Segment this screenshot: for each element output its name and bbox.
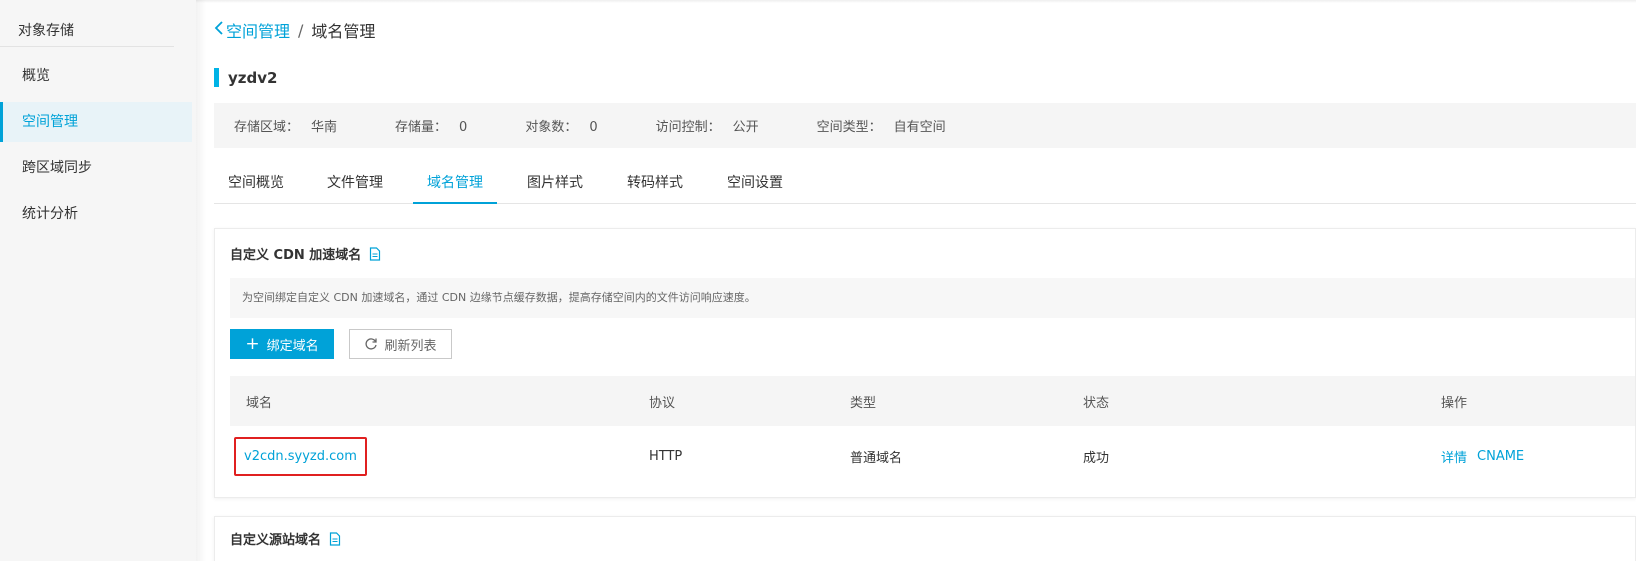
- bind-domain-button[interactable]: + 绑定域名: [230, 329, 334, 359]
- sidebar-item-bucket-management[interactable]: 空间管理: [0, 102, 192, 142]
- breadcrumb-back-label: 空间管理: [226, 22, 291, 41]
- type-cell: 普通域名: [850, 450, 903, 466]
- tab-bucket-overview[interactable]: 空间概览: [214, 163, 298, 204]
- status-cell: 成功: [1083, 450, 1110, 466]
- info-label: 对象数：: [525, 120, 578, 135]
- bucket-title: yzdv2: [214, 68, 277, 87]
- tab-transcode-styles[interactable]: 转码样式: [613, 163, 697, 204]
- domain-table: 域名 协议 类型 状态 操作 v2cdn.syyzd.com HTTP 普通域名…: [230, 376, 1635, 486]
- bind-domain-label: 绑定域名: [266, 338, 319, 354]
- bucket-name: yzdv2: [228, 68, 278, 87]
- cdn-panel-title: 自定义 CDN 加速域名: [230, 248, 362, 263]
- info-value: 自有空间: [893, 120, 946, 135]
- panel-title: 自定义源站域名: [230, 529, 341, 548]
- sidebar-item-cross-region-sync[interactable]: 跨区域同步: [0, 148, 192, 188]
- source-domain-panel: 自定义源站域名: [214, 516, 1636, 561]
- bucket-info-bar: 存储区域： 华南 存储量： 0 对象数： 0 访问控制： 公开 空间类型： 自有空间: [214, 103, 1636, 148]
- breadcrumb-back-link[interactable]: 空间管理: [214, 18, 290, 42]
- table-header: 域名 协议 类型 状态 操作: [230, 376, 1635, 426]
- breadcrumb: 空间管理 / 域名管理: [214, 18, 375, 42]
- tab-bucket-settings[interactable]: 空间设置: [713, 163, 797, 204]
- sidebar: 对象存储 概览 空间管理 跨区域同步 统计分析: [0, 0, 196, 561]
- cdn-domain-panel: 自定义 CDN 加速域名 为空间绑定自定义 CDN 加速域名，通过 CDN 边缘…: [214, 228, 1636, 498]
- tab-image-styles[interactable]: 图片样式: [513, 163, 597, 204]
- sidebar-item-statistics[interactable]: 统计分析: [0, 194, 192, 234]
- sidebar-shadow: [196, 0, 206, 561]
- table-row: v2cdn.syyzd.com HTTP 普通域名 成功 详情 CNAME: [230, 426, 1635, 486]
- info-access-control: 访问控制： 公开: [656, 116, 759, 135]
- domain-link[interactable]: v2cdn.syyzd.com: [234, 436, 367, 476]
- protocol-cell: HTTP: [649, 448, 683, 464]
- column-header-domain: 域名: [246, 395, 273, 411]
- details-link[interactable]: 详情: [1441, 447, 1467, 466]
- tab-file-management[interactable]: 文件管理: [313, 163, 397, 204]
- document-icon[interactable]: [369, 246, 381, 261]
- column-header-protocol: 协议: [649, 395, 676, 411]
- breadcrumb-current: 域名管理: [311, 22, 376, 41]
- info-value: 公开: [732, 120, 759, 135]
- refresh-list-button[interactable]: 刷新列表: [349, 329, 452, 359]
- sidebar-item-overview[interactable]: 概览: [0, 56, 192, 96]
- info-label: 存储区域：: [234, 120, 300, 135]
- column-header-actions: 操作: [1441, 395, 1468, 411]
- plus-icon: +: [245, 333, 260, 354]
- title-accent-bar: [214, 68, 219, 87]
- info-label: 空间类型：: [816, 120, 882, 135]
- info-value: 0: [459, 120, 468, 135]
- tab-domain-management[interactable]: 域名管理: [413, 163, 497, 204]
- chevron-left-icon: [214, 20, 224, 41]
- info-storage: 存储量： 0: [395, 116, 467, 135]
- column-header-status: 状态: [1083, 395, 1110, 411]
- column-header-type: 类型: [850, 395, 877, 411]
- info-region: 存储区域： 华南: [234, 116, 337, 135]
- tab-bar: 空间概览 文件管理 域名管理 图片样式 转码样式 空间设置: [214, 163, 1636, 204]
- info-value: 华南: [311, 120, 338, 135]
- info-bucket-type: 空间类型： 自有空间: [817, 116, 946, 135]
- panel-title: 自定义 CDN 加速域名: [230, 244, 381, 263]
- sidebar-title: 对象存储: [0, 0, 174, 47]
- info-object-count: 对象数： 0: [525, 116, 597, 135]
- refresh-list-label: 刷新列表: [384, 338, 437, 354]
- info-label: 存储量：: [395, 120, 448, 135]
- info-label: 访问控制：: [655, 120, 721, 135]
- breadcrumb-separator: /: [298, 20, 304, 40]
- domain-cell: v2cdn.syyzd.com: [234, 426, 367, 486]
- refresh-icon: [364, 337, 378, 351]
- cname-link[interactable]: CNAME: [1477, 449, 1524, 464]
- panel-description: 为空间绑定自定义 CDN 加速域名，通过 CDN 边缘节点缓存数据，提高存储空间…: [230, 278, 1635, 318]
- document-icon[interactable]: [329, 531, 341, 546]
- source-panel-title: 自定义源站域名: [230, 533, 322, 548]
- info-value: 0: [589, 120, 598, 135]
- actions-cell: 详情 CNAME: [1441, 426, 1534, 486]
- main-content: 空间管理 / 域名管理 yzdv2 存储区域： 华南 存储量： 0 对象数： 0 访问…: [214, 0, 1636, 561]
